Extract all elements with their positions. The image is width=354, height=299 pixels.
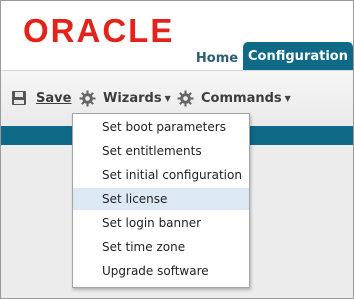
tab-configuration[interactable]: Configuration <box>243 42 353 70</box>
wizards-menu-button[interactable]: Wizards ▼ <box>79 89 171 107</box>
wizards-label: Wizards <box>103 90 162 106</box>
menu-item-set-initial-configuration[interactable]: Set initial configuration <box>73 164 249 186</box>
menu-item-set-time-zone[interactable]: Set time zone <box>73 236 249 258</box>
menu-item-set-entitlements[interactable]: Set entitlements <box>73 140 249 162</box>
app-window: ORACLE Home Configuration Save Wizards ▼… <box>0 0 354 299</box>
caret-down-icon: ▼ <box>164 93 171 103</box>
tab-home[interactable]: Home <box>191 46 243 70</box>
menu-item-set-boot-parameters[interactable]: Set boot parameters <box>73 116 249 138</box>
header: ORACLE Home Configuration <box>1 1 353 70</box>
commands-menu-button[interactable]: Commands ▼ <box>177 89 291 107</box>
menu-item-upgrade-software[interactable]: Upgrade software <box>73 260 249 282</box>
caret-down-icon: ▼ <box>284 93 291 103</box>
commands-label: Commands <box>201 90 282 106</box>
floppy-disk-icon <box>12 91 26 105</box>
gear-icon <box>79 90 96 106</box>
menu-item-set-license[interactable]: Set license <box>73 188 249 210</box>
menu-item-set-login-banner[interactable]: Set login banner <box>73 212 249 234</box>
save-label: Save <box>36 90 72 106</box>
wizards-dropdown-menu: Set boot parameters Set entitlements Set… <box>72 113 250 288</box>
oracle-logo: ORACLE <box>23 12 175 49</box>
save-button[interactable]: Save <box>11 89 71 107</box>
gear-icon <box>177 90 194 106</box>
